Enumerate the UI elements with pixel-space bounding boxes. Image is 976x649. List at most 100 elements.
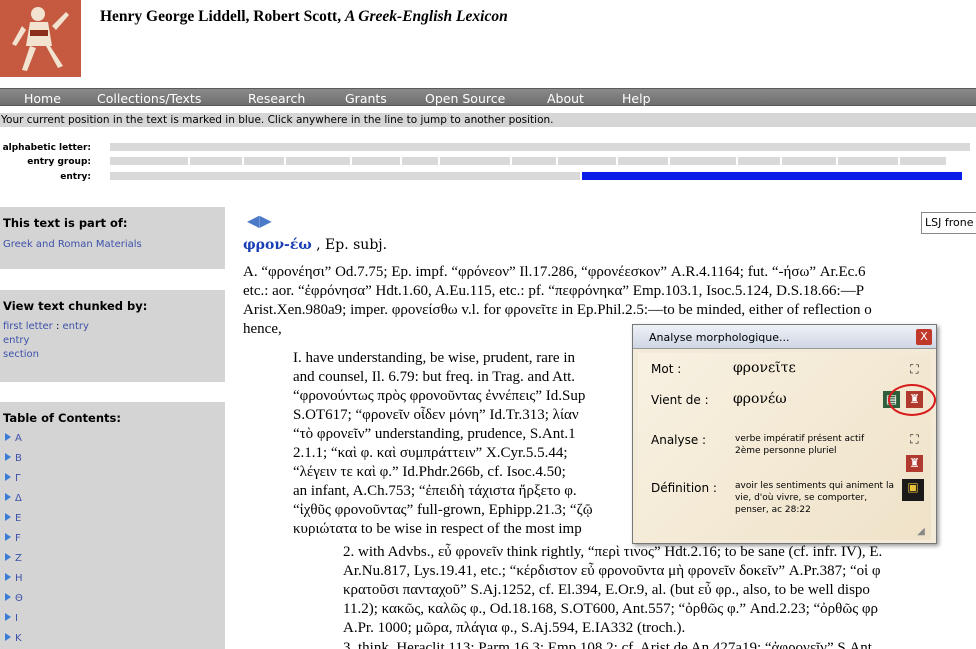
text-line[interactable]: Ar.Nu.817, Lys.19.41, etc.; “κέρδιστον ε… <box>343 563 881 580</box>
text-line[interactable]: etc.: aor. “ἐφρόνησα” Hdt.1.60, A.Eu.115… <box>243 283 864 300</box>
toc-item[interactable]: Z <box>3 549 225 569</box>
popup-title[interactable]: Analyse morphologique... <box>633 325 936 349</box>
level-label-group: entry group: <box>27 157 91 167</box>
text-line[interactable]: A. “φρονέησι” Od.7.75; Ep. impf. “φρόνεο… <box>243 264 866 281</box>
text-line[interactable]: Arist.Xen.980a9; imper. φρονείσθω v.l. f… <box>243 302 872 319</box>
text-line[interactable]: I. have understanding, be wise, prudent,… <box>293 350 575 367</box>
nav-grants[interactable]: Grants <box>345 91 387 106</box>
toc-item[interactable]: A <box>3 429 225 449</box>
expand-triangle-icon <box>5 453 11 461</box>
text-line[interactable]: “φρονούντως πρὸς φρονοῦντας ἐννέπεις” Id… <box>293 388 585 405</box>
chunk-separator: : <box>52 321 63 332</box>
expand-triangle-icon <box>5 573 11 581</box>
expand-triangle-icon <box>5 513 11 521</box>
text-line[interactable]: κρατοῦσι πανταχοῦ” S.Aj.1252, cf. El.394… <box>343 582 870 599</box>
expand-triangle-icon <box>5 613 11 621</box>
chunk-entry-only-link[interactable]: entry <box>3 335 225 346</box>
chunk-section-link[interactable]: section <box>3 349 225 360</box>
expand-triangle-icon <box>5 493 11 501</box>
popup-body: Mot : φρονεῖτε ⛶ Vient de : φρονέω ▤ ♜ A… <box>638 353 931 540</box>
lemma-tail: , Ep. subj. <box>311 237 388 253</box>
site-logo[interactable] <box>0 0 81 77</box>
chunk-first-letter-link[interactable]: first letter <box>3 321 53 332</box>
entry-lemma: φρον-έω , Ep. subj. <box>243 237 387 253</box>
toc-item[interactable]: K <box>3 629 225 649</box>
nav-research[interactable]: Research <box>248 91 305 106</box>
greek-roman-link[interactable]: Greek and Roman Materials <box>3 239 225 250</box>
text-line[interactable]: κυριώτατα to be wise in respect of the m… <box>293 521 582 538</box>
vient-de-label: Vient de : <box>651 393 709 407</box>
expand-triangle-icon <box>5 473 11 481</box>
level-track-group[interactable] <box>110 157 976 165</box>
current-position-marker <box>582 172 962 180</box>
analyse-value-2: 2ème personne pluriel <box>735 446 837 456</box>
vient-de-value: φρονέω <box>733 391 787 407</box>
expand-triangle-icon <box>5 633 11 641</box>
analyse-label: Analyse : <box>651 433 707 447</box>
part-of-box: This text is part of: Greek and Roman Ma… <box>0 207 225 269</box>
mot-value: φρονεῖτε <box>733 360 796 376</box>
chunk-title: View text chunked by: <box>3 299 148 313</box>
mot-label: Mot : <box>651 362 682 376</box>
binoculars-icon[interactable]: ⛶ <box>906 431 923 448</box>
chunk-entry-link[interactable]: entry <box>63 321 89 332</box>
text-line[interactable]: an infant, A.Ch.753; “ἐπειδὴ τάχιστα ἤρξ… <box>293 483 577 500</box>
lemma-word[interactable]: φρον-έω <box>243 237 312 253</box>
toc-item[interactable]: Δ <box>3 489 225 509</box>
toc-item[interactable]: F <box>3 529 225 549</box>
part-of-title: This text is part of: <box>3 216 128 230</box>
toc-item[interactable]: Γ <box>3 469 225 489</box>
toc-item[interactable]: Θ <box>3 589 225 609</box>
expand-triangle-icon <box>5 553 11 561</box>
nav-about[interactable]: About <box>547 91 584 106</box>
warrior-logo-icon <box>0 0 81 77</box>
close-icon[interactable]: X <box>916 329 932 345</box>
nav-open-source[interactable]: Open Source <box>425 91 505 106</box>
title-book: A Greek-English Lexicon <box>344 8 508 25</box>
next-arrow-icon[interactable]: ▶ <box>259 211 271 230</box>
toc-item[interactable]: E <box>3 509 225 529</box>
text-line[interactable]: 2.1.1; “καὶ φ. καὶ συμπράττειν” X.Cyr.5.… <box>293 445 568 462</box>
text-select[interactable]: LSJ frone <box>921 212 976 234</box>
text-line[interactable]: and counsel, Il. 6.79: but freq. in Trag… <box>293 369 575 386</box>
toc-item[interactable]: H <box>3 569 225 589</box>
text-line[interactable]: A.Pr. 1000; μῶρα, πλάγια φ., S.Aj.594, E… <box>343 620 685 637</box>
main-nav: Home Collections/Texts Research Grants O… <box>0 88 976 106</box>
definition-value: avoir les sentiments qui animent la vie,… <box>735 481 894 515</box>
text-line[interactable]: “ἰχθῦς φρονοῦντας” full-grown, Ephipp.21… <box>293 502 593 519</box>
previous-arrow-icon[interactable]: ◀ <box>247 211 259 230</box>
analyse-value-1: verbe impératif présent actif <box>735 434 865 444</box>
title-authors: Henry George Liddell, Robert Scott, <box>100 8 345 25</box>
chunk-box: View text chunked by: first letter : ent… <box>0 290 225 382</box>
expand-triangle-icon <box>5 593 11 601</box>
text-line[interactable]: “τὸ φρονεῖν” understanding, prudence, S.… <box>293 426 576 443</box>
text-line[interactable]: 2. with Advbs., εὖ φρονεῖν think rightly… <box>343 544 882 561</box>
binoculars-icon[interactable]: ⛶ <box>906 361 923 378</box>
morphology-popup: Analyse morphologique... X Mot : φρονεῖτ… <box>632 324 937 544</box>
book-icon[interactable]: ▣ <box>902 479 924 501</box>
toc-item[interactable]: B <box>3 449 225 469</box>
level-track-letter[interactable] <box>110 143 976 151</box>
nav-collections[interactable]: Collections/Texts <box>97 91 201 106</box>
text-line[interactable]: “λέγειν τε καὶ φ.” Id.Phdr.266b, cf. Iso… <box>293 464 566 481</box>
resize-handle-icon[interactable]: ◢ <box>914 525 928 539</box>
toc-item[interactable]: I <box>3 609 225 629</box>
nav-help[interactable]: Help <box>622 91 651 106</box>
definition-label: Définition : <box>651 481 717 495</box>
nav-home[interactable]: Home <box>24 91 61 106</box>
toc-title: Table of Contents: <box>3 411 121 425</box>
text-line[interactable]: hence, <box>243 321 282 338</box>
position-hint: Your current position in the text is mar… <box>0 113 976 127</box>
page-title: Henry George Liddell, Robert Scott, A Gr… <box>100 8 508 26</box>
highlight-circle <box>888 384 936 416</box>
text-line[interactable]: 3. think, Heraclit.113; Parm.16.3; Emp.1… <box>343 640 872 649</box>
level-label-entry: entry: <box>60 172 91 182</box>
text-line[interactable]: S.OT617; “φρονεῖν οἶδεν μόνη” Id.Tr.313;… <box>293 407 579 424</box>
warrior-link-icon[interactable]: ♜ <box>906 455 923 472</box>
level-track-entry[interactable] <box>110 172 976 180</box>
expand-triangle-icon <box>5 433 11 441</box>
text-line[interactable]: 11.2); κακῶς, καλῶς φ., Od.18.168, S.OT6… <box>343 601 878 618</box>
expand-triangle-icon <box>5 533 11 541</box>
level-label-letter: alphabetic letter: <box>2 143 91 153</box>
toc-box: Table of Contents: A B Γ Δ E F Z H Θ I K <box>0 402 225 649</box>
